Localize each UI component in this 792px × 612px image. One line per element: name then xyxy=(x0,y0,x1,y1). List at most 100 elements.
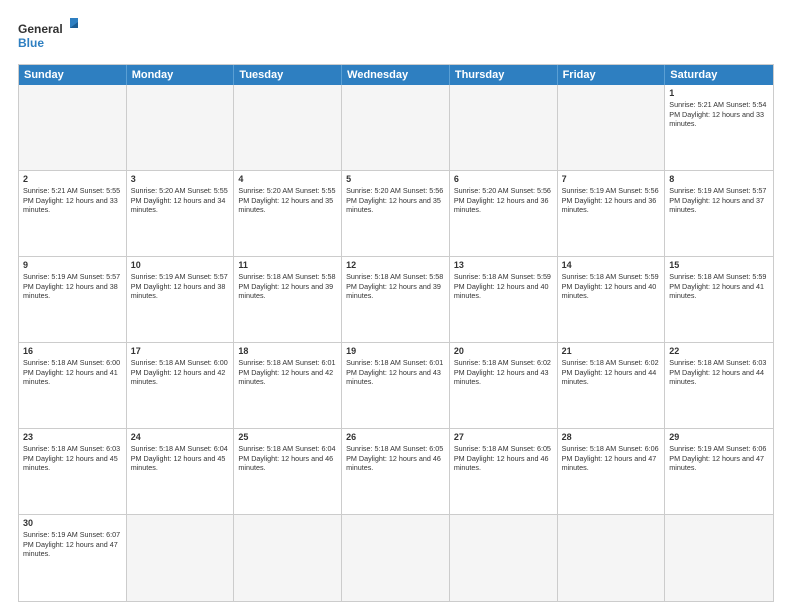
day-cell-19: 19 Sunrise: 5:18 AM Sunset: 6:01 PM Dayli… xyxy=(342,343,450,428)
day-info: Sunrise: 5:18 AM Sunset: 6:02 PM Dayligh… xyxy=(562,358,661,387)
day-cell-empty-5-4 xyxy=(450,515,558,601)
day-info: Sunrise: 5:19 AM Sunset: 5:57 PM Dayligh… xyxy=(131,272,230,301)
day-cell-16: 16Sunrise: 5:18 AM Sunset: 6:00 PM Dayli… xyxy=(19,343,127,428)
day-number: 18 xyxy=(238,346,337,356)
day-number: 13 xyxy=(454,260,553,270)
calendar-body: 1 Sunrise: 5:21 AM Sunset: 5:54 PM Daylig… xyxy=(19,85,773,601)
day-info: Sunrise: 5:19 AM Sunset: 6:06 PM Dayligh… xyxy=(669,444,769,473)
day-cell-9: 9 Sunrise: 5:19 AM Sunset: 5:57 PM Daylig… xyxy=(19,257,127,342)
day-number: 14 xyxy=(562,260,661,270)
day-info: Sunrise: 5:18 AM Sunset: 6:04 PM Dayligh… xyxy=(238,444,337,473)
day-cell-18: 18 Sunrise: 5:18 AM Sunset: 6:01 PM Dayli… xyxy=(234,343,342,428)
day-info: Sunrise: 5:18 AM Sunset: 6:03 PM Dayligh… xyxy=(669,358,769,387)
day-cell-27: 27 Sunrise: 5:18 AM Sunset: 6:05 PM Dayli… xyxy=(450,429,558,514)
day-number: 15 xyxy=(669,260,769,270)
day-info: Sunrise: 5:19 AM Sunset: 5:57 PM Dayligh… xyxy=(669,186,769,215)
day-cell-23: 23 Sunrise: 5:18 AM Sunset: 6:03 PM Dayli… xyxy=(19,429,127,514)
day-info: Sunrise: 5:18 AM Sunset: 6:02 PM Dayligh… xyxy=(454,358,553,387)
day-cell-13: 13 Sunrise: 5:18 AM Sunset: 5:59 PM Dayli… xyxy=(450,257,558,342)
day-info: Sunrise: 5:19 AM Sunset: 5:57 PM Dayligh… xyxy=(23,272,122,301)
day-cell-empty-5-3 xyxy=(342,515,450,601)
day-cell-15: 15 Sunrise: 5:18 AM Sunset: 5:59 PM Dayli… xyxy=(665,257,773,342)
day-info: Sunrise: 5:18 AM Sunset: 6:05 PM Dayligh… xyxy=(346,444,445,473)
day-info: Sunrise: 5:19 AM Sunset: 5:56 PM Dayligh… xyxy=(562,186,661,215)
day-cell-empty-0-5 xyxy=(558,85,666,170)
day-info: Sunrise: 5:18 AM Sunset: 5:58 PM Dayligh… xyxy=(238,272,337,301)
day-cell-3: 3Sunrise: 5:20 AM Sunset: 5:55 PM Daylig… xyxy=(127,171,235,256)
day-cell-empty-0-2 xyxy=(234,85,342,170)
day-info: Sunrise: 5:18 AM Sunset: 6:04 PM Dayligh… xyxy=(131,444,230,473)
day-cell-empty-5-6 xyxy=(665,515,773,601)
day-number: 25 xyxy=(238,432,337,442)
day-info: Sunrise: 5:18 AM Sunset: 6:01 PM Dayligh… xyxy=(346,358,445,387)
day-cell-17: 17 Sunrise: 5:18 AM Sunset: 6:00 PM Dayli… xyxy=(127,343,235,428)
day-cell-10: 10 Sunrise: 5:19 AM Sunset: 5:57 PM Dayli… xyxy=(127,257,235,342)
day-cell-7: 7Sunrise: 5:19 AM Sunset: 5:56 PM Daylig… xyxy=(558,171,666,256)
day-cell-30: 30 Sunrise: 5:19 AM Sunset: 6:07 PM Dayli… xyxy=(19,515,127,601)
calendar-header: SundayMondayTuesdayWednesdayThursdayFrid… xyxy=(19,65,773,85)
day-number: 10 xyxy=(131,260,230,270)
header: General Blue xyxy=(18,18,774,54)
day-info: Sunrise: 5:21 AM Sunset: 5:55 PM Dayligh… xyxy=(23,186,122,215)
day-info: Sunrise: 5:18 AM Sunset: 6:03 PM Dayligh… xyxy=(23,444,122,473)
day-cell-28: 28 Sunrise: 5:18 AM Sunset: 6:06 PM Dayli… xyxy=(558,429,666,514)
day-info: Sunrise: 5:18 AM Sunset: 5:59 PM Dayligh… xyxy=(454,272,553,301)
day-cell-2: 2Sunrise: 5:21 AM Sunset: 5:55 PM Daylig… xyxy=(19,171,127,256)
day-number: 30 xyxy=(23,518,122,528)
weekday-header-monday: Monday xyxy=(127,65,235,85)
calendar-row-4: 23 Sunrise: 5:18 AM Sunset: 6:03 PM Dayli… xyxy=(19,429,773,515)
day-info: Sunrise: 5:18 AM Sunset: 5:59 PM Dayligh… xyxy=(669,272,769,301)
day-cell-6: 6 Sunrise: 5:20 AM Sunset: 5:56 PM Daylig… xyxy=(450,171,558,256)
day-cell-25: 25 Sunrise: 5:18 AM Sunset: 6:04 PM Dayli… xyxy=(234,429,342,514)
day-info: Sunrise: 5:18 AM Sunset: 5:58 PM Dayligh… xyxy=(346,272,445,301)
weekday-header-wednesday: Wednesday xyxy=(342,65,450,85)
day-cell-empty-5-1 xyxy=(127,515,235,601)
day-number: 17 xyxy=(131,346,230,356)
day-info: Sunrise: 5:18 AM Sunset: 6:01 PM Dayligh… xyxy=(238,358,337,387)
day-cell-22: 22Sunrise: 5:18 AM Sunset: 6:03 PM Dayli… xyxy=(665,343,773,428)
day-number: 11 xyxy=(238,260,337,270)
day-cell-26: 26 Sunrise: 5:18 AM Sunset: 6:05 PM Dayli… xyxy=(342,429,450,514)
day-info: Sunrise: 5:18 AM Sunset: 6:00 PM Dayligh… xyxy=(23,358,122,387)
day-cell-5: 5Sunrise: 5:20 AM Sunset: 5:56 PM Daylig… xyxy=(342,171,450,256)
day-info: Sunrise: 5:19 AM Sunset: 6:07 PM Dayligh… xyxy=(23,530,122,559)
day-cell-14: 14 Sunrise: 5:18 AM Sunset: 5:59 PM Dayli… xyxy=(558,257,666,342)
day-cell-1: 1 Sunrise: 5:21 AM Sunset: 5:54 PM Daylig… xyxy=(665,85,773,170)
day-info: Sunrise: 5:18 AM Sunset: 5:59 PM Dayligh… xyxy=(562,272,661,301)
day-number: 26 xyxy=(346,432,445,442)
day-cell-empty-5-5 xyxy=(558,515,666,601)
day-number: 21 xyxy=(562,346,661,356)
day-info: Sunrise: 5:21 AM Sunset: 5:54 PM Dayligh… xyxy=(669,100,769,129)
day-cell-empty-0-0 xyxy=(19,85,127,170)
day-info: Sunrise: 5:18 AM Sunset: 6:06 PM Dayligh… xyxy=(562,444,661,473)
day-number: 1 xyxy=(669,88,769,98)
logo-svg: General Blue xyxy=(18,18,78,54)
day-cell-11: 11 Sunrise: 5:18 AM Sunset: 5:58 PM Dayli… xyxy=(234,257,342,342)
day-info: Sunrise: 5:20 AM Sunset: 5:56 PM Dayligh… xyxy=(454,186,553,215)
day-number: 19 xyxy=(346,346,445,356)
calendar-row-5: 30 Sunrise: 5:19 AM Sunset: 6:07 PM Dayli… xyxy=(19,515,773,601)
weekday-header-tuesday: Tuesday xyxy=(234,65,342,85)
day-number: 9 xyxy=(23,260,122,270)
day-cell-29: 29 Sunrise: 5:19 AM Sunset: 6:06 PM Dayli… xyxy=(665,429,773,514)
day-cell-20: 20Sunrise: 5:18 AM Sunset: 6:02 PM Dayli… xyxy=(450,343,558,428)
weekday-header-thursday: Thursday xyxy=(450,65,558,85)
calendar-row-2: 9 Sunrise: 5:19 AM Sunset: 5:57 PM Daylig… xyxy=(19,257,773,343)
logo: General Blue xyxy=(18,18,78,54)
day-number: 28 xyxy=(562,432,661,442)
day-info: Sunrise: 5:18 AM Sunset: 6:00 PM Dayligh… xyxy=(131,358,230,387)
day-number: 24 xyxy=(131,432,230,442)
day-number: 6 xyxy=(454,174,553,184)
day-cell-empty-0-1 xyxy=(127,85,235,170)
day-number: 4 xyxy=(238,174,337,184)
day-number: 23 xyxy=(23,432,122,442)
page: General Blue SundayMondayTuesdayWednesda… xyxy=(0,0,792,612)
weekday-header-friday: Friday xyxy=(558,65,666,85)
svg-text:Blue: Blue xyxy=(18,36,44,50)
day-number: 29 xyxy=(669,432,769,442)
day-cell-12: 12Sunrise: 5:18 AM Sunset: 5:58 PM Dayli… xyxy=(342,257,450,342)
svg-text:General: General xyxy=(18,22,63,36)
calendar-row-0: 1 Sunrise: 5:21 AM Sunset: 5:54 PM Daylig… xyxy=(19,85,773,171)
day-info: Sunrise: 5:18 AM Sunset: 6:05 PM Dayligh… xyxy=(454,444,553,473)
day-number: 27 xyxy=(454,432,553,442)
